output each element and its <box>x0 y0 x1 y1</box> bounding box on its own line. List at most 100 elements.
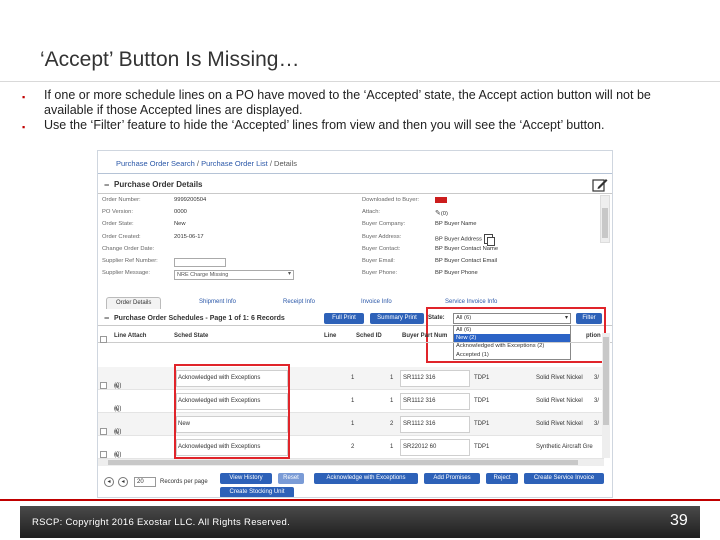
buyer-phone-value: BP Buyer Phone <box>435 270 478 277</box>
buyer-contact-value: BP Buyer Contact Name <box>435 245 499 252</box>
sched-id-cell: 1 <box>390 375 394 381</box>
part-num-cell: SR1112 316 <box>403 421 436 427</box>
cell: TDP1 <box>474 398 490 404</box>
records-per-page-label: Records per page <box>160 479 208 485</box>
po-details-screenshot: Purchase Order Search / Purchase Order L… <box>97 150 613 498</box>
order-number-value: 9999200504 <box>174 197 207 203</box>
summary-print-button[interactable]: Summary Print <box>370 313 424 324</box>
cell: TDP1 <box>474 375 490 381</box>
bullet-item: ▪ Use the ‘Filter’ feature to hide the ‘… <box>22 118 702 135</box>
bullet-icon: ▪ <box>22 122 26 132</box>
sched-id-cell: 2 <box>390 421 394 427</box>
sched-id-cell: 1 <box>390 444 394 450</box>
attach-count[interactable]: (0) <box>441 211 448 217</box>
reject-button[interactable]: Reject <box>486 473 518 484</box>
supplier-message-select[interactable]: NRE Charge Missing <box>174 270 294 281</box>
breadcrumb-divider <box>98 173 612 174</box>
row-checkbox[interactable] <box>100 451 107 458</box>
part-num-cell: SR1112 316 <box>403 398 436 404</box>
add-promises-button[interactable]: Add Promises <box>424 473 480 484</box>
cell: 3/ <box>594 375 600 381</box>
column-header[interactable]: Sched ID <box>356 333 382 339</box>
select-all-checkbox[interactable] <box>100 336 107 343</box>
po-details-title: Purchase Order Details <box>114 180 203 189</box>
scrollbar-thumb[interactable] <box>602 208 608 238</box>
records-per-page-select[interactable]: 20 <box>134 477 156 487</box>
column-header[interactable]: Line <box>324 333 336 339</box>
collapse-icon[interactable]: − <box>104 313 109 323</box>
po-details-header[interactable]: − Purchase Order Details <box>98 178 612 194</box>
part-num-cell: SR22012 60 <box>403 444 437 450</box>
field-label: Buyer Contact: <box>362 245 401 252</box>
field-label: Buyer Company: <box>362 221 406 228</box>
tab-receipt-info[interactable]: Receipt Info <box>274 297 324 309</box>
order-state-value: New <box>174 221 186 228</box>
scrollbar-thumb[interactable] <box>603 337 609 425</box>
title-divider <box>0 81 720 82</box>
po-version-value: 0000 <box>174 209 187 216</box>
bullet-text: If one or more schedule lines on a PO ha… <box>44 88 651 117</box>
row-checkbox[interactable] <box>100 382 107 389</box>
edit-icon[interactable] <box>592 178 608 192</box>
breadcrumb-po-search[interactable]: Purchase Order Search <box>116 159 195 168</box>
bullet-icon: ▪ <box>22 92 26 102</box>
change-order-date-value <box>174 246 354 258</box>
acknowledge-with-exceptions-button[interactable]: Acknowledge with Exceptions <box>314 473 418 484</box>
create-stocking-unit-button[interactable]: Create Stocking Unit <box>220 487 294 497</box>
po-details-right-labels: Downloaded to Buyer: Attach: Buyer Compa… <box>362 197 442 282</box>
column-header[interactable]: Line Attach <box>114 333 146 339</box>
state-column-highlight-box <box>174 364 290 459</box>
attach-count[interactable]: (0) <box>114 406 121 412</box>
scrollbar-thumb[interactable] <box>108 460 578 465</box>
breadcrumb: Purchase Order Search / Purchase Order L… <box>116 159 297 168</box>
attach-count[interactable]: (0) <box>114 383 121 389</box>
attach-count[interactable]: (0) <box>114 429 121 435</box>
attach-count[interactable]: (0) <box>114 452 121 458</box>
cell: 3/ <box>594 421 600 427</box>
details-scrollbar[interactable] <box>600 195 610 243</box>
reset-button[interactable]: Reset <box>278 473 304 484</box>
po-details-left-values: 9999200504 0000 New 2015-06-17 NRE Charg… <box>174 197 354 282</box>
supplier-ref-input[interactable] <box>174 257 226 267</box>
create-service-invoice-button[interactable]: Create Service Invoice <box>524 473 604 484</box>
full-print-button[interactable]: Full Print <box>324 313 364 324</box>
previous-page-button[interactable]: ◂ <box>118 477 128 487</box>
first-page-button[interactable]: ◂ <box>104 477 114 487</box>
buyer-email-value: BP Buyer Contact Email <box>435 257 498 264</box>
tab-order-details[interactable]: Order Details <box>106 297 162 309</box>
tab-invoice-info[interactable]: Invoice Info <box>352 297 401 309</box>
column-header[interactable]: Sched State <box>174 333 208 339</box>
description-cell: Solid Rivet Nickel <box>536 375 583 381</box>
po-details-right-values: ✎(0) BP Buyer Name BP Buyer Address BP B… <box>435 197 595 282</box>
row-checkbox[interactable] <box>100 428 107 435</box>
column-header[interactable]: Buyer Part Num <box>402 333 447 339</box>
part-num-cell: SR1112 316 <box>403 375 436 381</box>
table-horizontal-scrollbar[interactable] <box>98 459 604 466</box>
bullet-list: ▪ If one or more schedule lines on a PO … <box>22 88 702 135</box>
cell: TDP1 <box>474 421 490 427</box>
line-cell: 1 <box>351 398 355 404</box>
breadcrumb-po-list[interactable]: Purchase Order List <box>201 159 268 168</box>
field-label: Attach: <box>362 209 381 216</box>
field-label: Buyer Phone: <box>362 270 398 277</box>
cell: TDP1 <box>474 444 490 450</box>
view-history-button[interactable]: View History <box>220 473 272 484</box>
bullet-text: Use the ‘Filter’ feature to hide the ‘Ac… <box>44 118 605 132</box>
page-number: 39 <box>670 512 688 529</box>
collapse-icon[interactable]: − <box>104 180 109 190</box>
line-cell: 1 <box>351 375 355 381</box>
buyer-address-value: BP Buyer Address <box>435 236 482 243</box>
copy-icon[interactable] <box>483 233 495 246</box>
downloaded-flag-icon <box>435 197 447 203</box>
bullet-item: ▪ If one or more schedule lines on a PO … <box>22 88 702 118</box>
buyer-company-value: BP Buyer Name <box>435 221 477 228</box>
table-vertical-scrollbar[interactable] <box>602 333 610 458</box>
order-created-value: 2015-06-17 <box>174 233 204 240</box>
field-label: Buyer Address: <box>362 233 402 240</box>
column-header[interactable]: ption <box>586 333 601 339</box>
description-cell: Synthetic Aircraft Gre <box>536 444 593 450</box>
schedules-table-header: Line Attach Sched State Line Sched ID Bu… <box>98 329 612 343</box>
tab-shipment-info[interactable]: Shipment Info <box>190 297 245 309</box>
sched-id-cell: 1 <box>390 398 394 404</box>
line-cell: 2 <box>351 444 355 450</box>
